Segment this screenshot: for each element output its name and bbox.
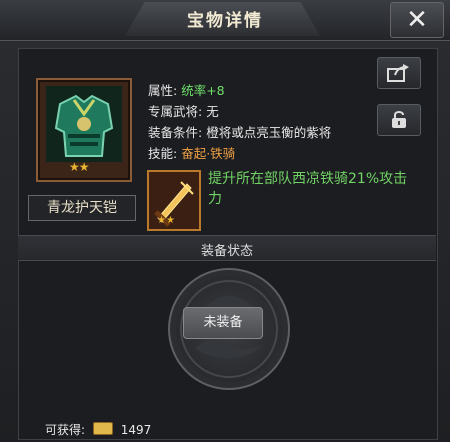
skill-icon-frame[interactable]: ★★ — [147, 170, 201, 231]
skill-value: 奋起·铁骑 — [181, 146, 236, 161]
close-icon: ✕ — [406, 5, 428, 35]
attribute-value: 统率+8 — [181, 83, 225, 98]
item-name: 青龙护天铠 — [28, 195, 136, 221]
item-icon-frame[interactable]: ★★ — [36, 78, 132, 182]
title-bar: 宝物详情 ✕ — [0, 0, 450, 41]
exclusive-general-label: 专属武将: — [148, 104, 203, 119]
equip-status-title: 装备状态 — [200, 244, 253, 259]
exclusive-general-row: 专属武将: 无 — [148, 101, 331, 122]
armor-icon — [46, 86, 122, 162]
equip-condition-label: 装备条件: — [148, 125, 203, 140]
attribute-row: 属性: 统率+8 — [148, 80, 331, 101]
exclusive-general-value: 无 — [206, 104, 219, 119]
item-info: 属性: 统率+8 专属武将: 无 装备条件: 橙将或点亮玉衡的紫将 技能: 奋起… — [148, 80, 331, 164]
equip-condition-value: 橙将或点亮玉衡的紫将 — [206, 125, 332, 140]
obtain-amount: 1497 — [120, 423, 152, 437]
skill-description: 提升所在部队西凉铁骑21%攻击力 — [208, 171, 408, 207]
skill-label: 技能: — [148, 146, 178, 161]
lock-button[interactable] — [377, 104, 421, 136]
lock-icon — [392, 111, 406, 128]
obtain-info: 可获得: 1497 — [45, 421, 151, 438]
obtain-label: 可获得: — [45, 423, 86, 437]
share-button[interactable] — [377, 57, 421, 89]
equip-status-button[interactable]: 未装备 — [183, 307, 263, 339]
window-title: 宝物详情 — [187, 11, 263, 31]
skill-stars: ★★ — [157, 215, 175, 226]
equip-condition-row: 装备条件: 橙将或点亮玉衡的紫将 — [148, 122, 331, 143]
equip-status-section: 装备状态 — [18, 235, 436, 261]
attribute-label: 属性: — [148, 83, 178, 98]
close-button[interactable]: ✕ — [390, 2, 444, 38]
item-stars: ★★ — [69, 160, 89, 174]
gold-icon — [92, 422, 113, 435]
skill-row: 技能: 奋起·铁骑 — [148, 143, 331, 164]
share-icon — [387, 64, 409, 82]
